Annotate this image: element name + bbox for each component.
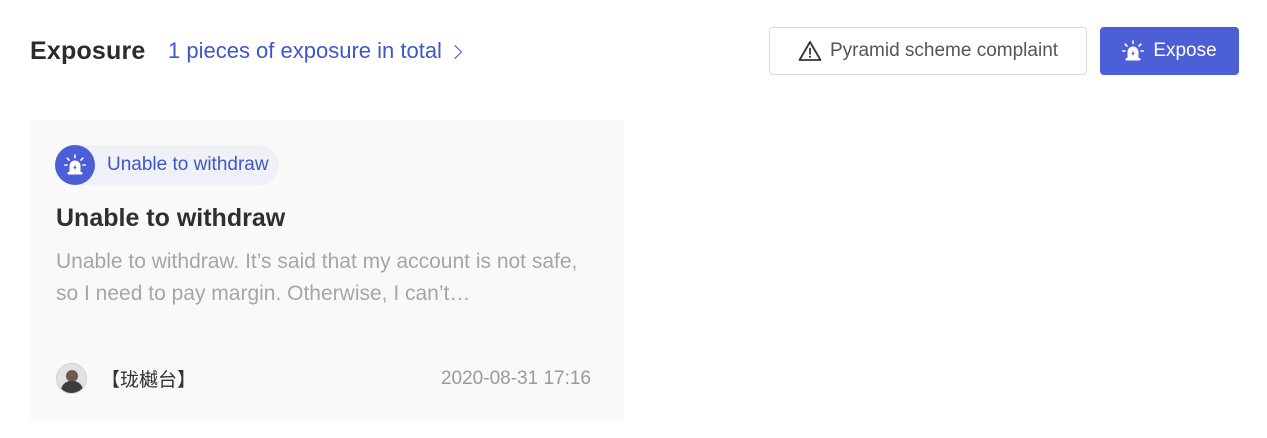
category-tag: Unable to withdraw <box>55 145 279 185</box>
exposure-count-label: 1 pieces of exposure in total <box>168 38 442 63</box>
avatar <box>56 363 87 394</box>
alarm-siren-icon <box>55 145 95 185</box>
page-title: Exposure <box>30 37 146 65</box>
chevron-right-icon <box>447 44 463 60</box>
pyramid-scheme-complaint-button[interactable]: Pyramid scheme complaint <box>769 27 1087 75</box>
card-description: Unable to withdraw. It’s said that my ac… <box>56 250 578 305</box>
card-title[interactable]: Unable to withdraw <box>56 204 285 233</box>
warning-triangle-icon <box>798 41 822 61</box>
complaint-button-label: Pyramid scheme complaint <box>829 40 1059 61</box>
page-header: Exposure 1 pieces of exposure in total P… <box>0 0 1267 104</box>
exposure-card[interactable]: Unable to withdraw Unable to withdraw Un… <box>30 120 624 420</box>
category-tag-label: Unable to withdraw <box>107 154 269 175</box>
author-name: 【珑樾台】 <box>101 369 197 391</box>
expose-button[interactable]: Expose <box>1100 27 1239 75</box>
exposure-count-link[interactable]: 1 pieces of exposure in total <box>168 38 463 64</box>
card-timestamp: 2020-08-31 17:16 <box>440 368 591 389</box>
alarm-siren-icon <box>1122 40 1145 61</box>
author-info: 【珑樾台】 <box>56 363 196 394</box>
expose-button-label: Expose <box>1153 40 1217 61</box>
